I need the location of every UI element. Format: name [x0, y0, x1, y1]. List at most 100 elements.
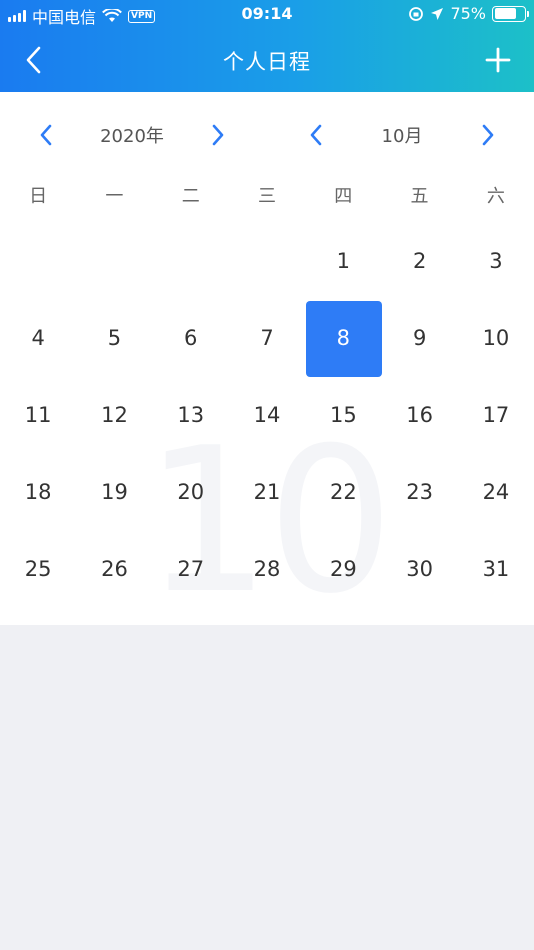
day-cell[interactable]: 22	[305, 453, 381, 530]
day-cell[interactable]: 11	[0, 377, 76, 454]
prev-year-button[interactable]	[36, 122, 56, 148]
day-number: 30	[406, 556, 433, 581]
prev-month-button[interactable]	[306, 122, 326, 148]
day-number: 28	[253, 556, 281, 581]
chevron-left-icon	[40, 124, 52, 146]
day-number: 10	[482, 326, 510, 351]
day-cell[interactable]: 27	[153, 530, 229, 607]
schedule-list-area	[0, 625, 534, 950]
location-icon	[431, 7, 444, 20]
day-number: 19	[101, 479, 128, 504]
day-number: 21	[253, 479, 281, 504]
day-cell[interactable]: 16	[381, 377, 457, 454]
day-cell[interactable]: 13	[153, 377, 229, 454]
day-number: 18	[24, 479, 52, 504]
day-cell[interactable]: 10	[458, 300, 534, 377]
chevron-left-icon	[310, 124, 322, 146]
day-number: 15	[329, 402, 357, 427]
day-number: 17	[482, 402, 510, 427]
day-number: 25	[24, 556, 52, 581]
day-cell-empty	[229, 223, 305, 300]
day-cell[interactable]: 17	[458, 377, 534, 454]
day-cell[interactable]: 15	[305, 377, 381, 454]
month-label: 10月	[381, 126, 423, 147]
page-title: 个人日程	[223, 50, 311, 74]
day-cell[interactable]: 6	[153, 300, 229, 377]
day-cell[interactable]: 20	[153, 453, 229, 530]
day-cell[interactable]: 23	[381, 453, 457, 530]
day-cell[interactable]: 29	[305, 530, 381, 607]
day-cell[interactable]: 12	[76, 377, 152, 454]
day-cell[interactable]: 26	[76, 530, 152, 607]
day-cell[interactable]: 28	[229, 530, 305, 607]
year-label: 2020年	[100, 126, 164, 147]
plus-icon[interactable]	[484, 46, 512, 74]
day-number: 3	[489, 249, 503, 274]
day-number: 5	[107, 326, 122, 351]
days-grid: 1 2 3 4 5 6 7 8 9 10 11 12 13 14 15 16 17 18 19 20 21 22 23 24 2…	[0, 214, 534, 607]
day-number: 8	[336, 326, 351, 351]
day-cell[interactable]: 25	[0, 530, 76, 607]
day-cell[interactable]: 14	[229, 377, 305, 454]
weekday-sat: 六	[486, 186, 505, 207]
day-number: 23	[406, 479, 433, 504]
day-cell[interactable]: 1	[305, 223, 381, 300]
day-number: 11	[24, 402, 52, 427]
day-number: 24	[482, 479, 510, 504]
day-cell[interactable]: 4	[0, 300, 76, 377]
day-number: 16	[406, 402, 433, 427]
day-number: 27	[177, 556, 205, 581]
orientation-lock-icon	[409, 6, 424, 21]
weekday-thu: 四	[334, 186, 353, 207]
chevron-right-icon	[482, 124, 494, 146]
weekday-tue: 二	[181, 186, 200, 207]
day-cell[interactable]: 7	[229, 300, 305, 377]
day-number: 22	[329, 479, 357, 504]
year-selector: 2020年	[36, 120, 228, 150]
day-number: 20	[177, 479, 205, 504]
day-cell[interactable]: 24	[458, 453, 534, 530]
day-cell[interactable]: 21	[229, 453, 305, 530]
weekday-wed: 三	[257, 186, 276, 207]
status-bar: 中国电信 VPN 09:14 75%	[0, 0, 534, 30]
battery-icon	[492, 5, 529, 22]
battery-percent: 75%	[450, 4, 486, 23]
day-number: 4	[31, 326, 45, 351]
day-number: 6	[184, 326, 198, 351]
day-cell[interactable]: 9	[381, 300, 457, 377]
day-cell[interactable]: 2	[381, 223, 457, 300]
calendar: 10 2020年 10月 日 一 二 三 四 五 六 1234 5 6 7 8 …	[0, 92, 534, 625]
day-cell[interactable]: 30	[381, 530, 457, 607]
day-cell-selected[interactable]: 8	[305, 300, 383, 377]
day-number: 12	[101, 402, 128, 427]
next-month-button[interactable]	[478, 122, 498, 148]
weekday-header: 日 一 二 三 四 五 六	[0, 176, 534, 214]
day-cell-empty	[0, 223, 76, 300]
date-selector: 2020年 10月	[0, 92, 534, 176]
battery-fill	[494, 8, 517, 19]
day-number: 14	[253, 402, 281, 427]
day-number: 7	[260, 326, 274, 351]
nav-bar: 个人日程	[0, 30, 534, 92]
battery-tip	[527, 10, 529, 17]
day-cell[interactable]: 18	[0, 453, 76, 530]
day-cell-empty	[153, 223, 229, 300]
day-cell[interactable]: 5	[76, 300, 152, 377]
next-year-button[interactable]	[208, 122, 228, 148]
day-cell[interactable]: 31	[458, 530, 534, 607]
day-number: 31	[482, 556, 510, 581]
day-number: 9	[412, 326, 427, 351]
weekday-sun: 日	[29, 186, 48, 207]
day-number: 13	[177, 402, 205, 427]
day-number: 1	[336, 249, 351, 274]
weekday-fri: 五	[410, 186, 429, 207]
weekday-mon: 一	[105, 186, 124, 207]
day-number: 29	[329, 556, 357, 581]
day-cell[interactable]: 3	[458, 223, 534, 300]
chevron-right-icon	[212, 124, 224, 146]
month-selector: 10月	[306, 120, 498, 150]
day-cell[interactable]: 19	[76, 453, 152, 530]
status-right: 75%	[408, 4, 529, 23]
header: 中国电信 VPN 09:14 75% 个人日程	[0, 0, 534, 92]
day-number: 26	[101, 556, 128, 581]
